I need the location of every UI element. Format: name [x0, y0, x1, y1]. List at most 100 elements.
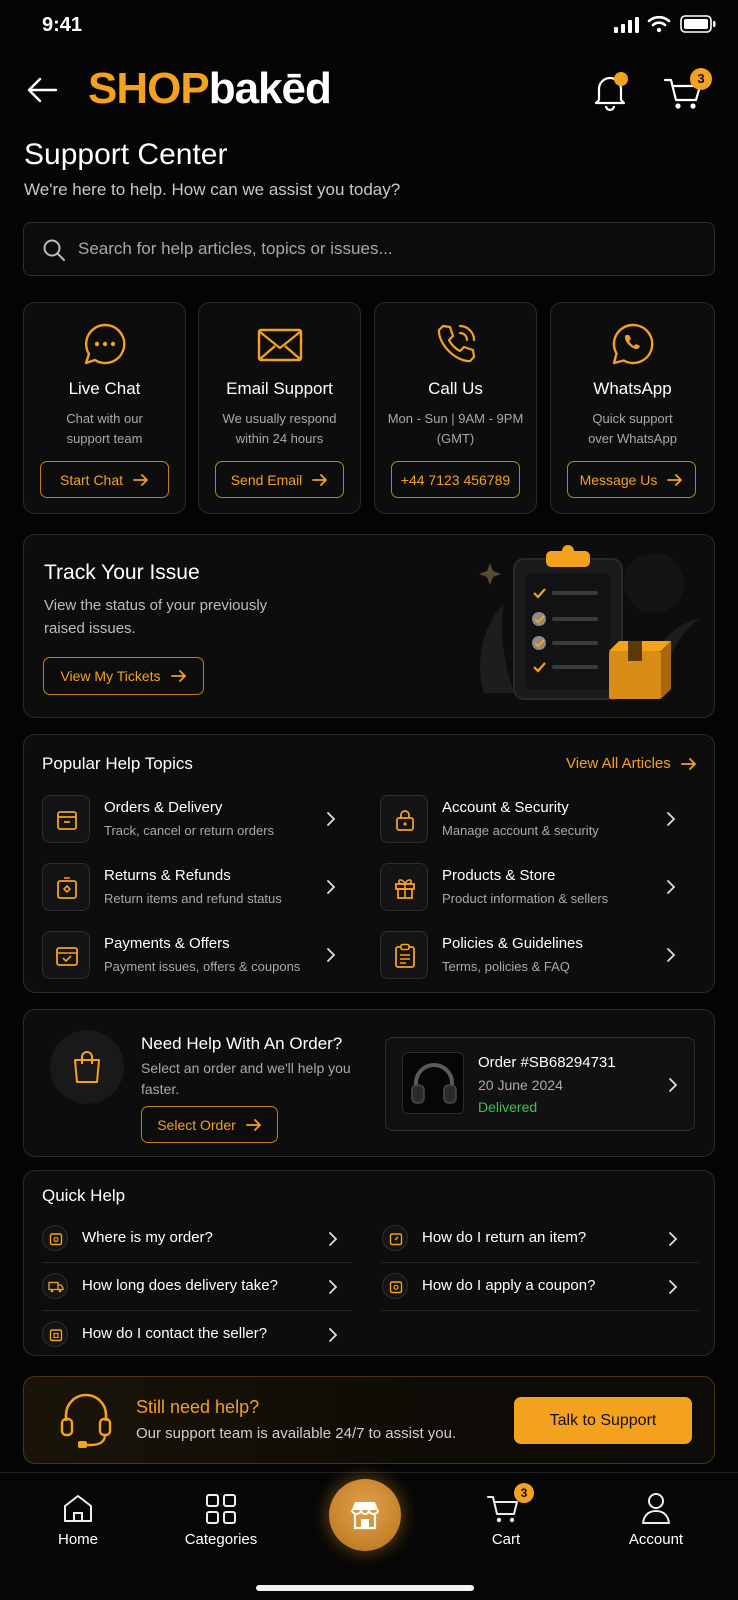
- back-button[interactable]: [24, 72, 60, 108]
- order-box-icon: [42, 1225, 68, 1251]
- call-us-card: Call Us Mon - Sun | 9AM - 9PM (GMT) +44 …: [374, 302, 537, 514]
- topic-orders-delivery[interactable]: Orders & Delivery Track, cancel or retur…: [42, 793, 342, 845]
- notifications-button[interactable]: [590, 70, 630, 112]
- talk-to-support-label: Talk to Support: [549, 1411, 657, 1429]
- status-bar: 9:41: [0, 0, 738, 52]
- envelope-icon: [257, 327, 303, 363]
- lock-icon: [380, 795, 428, 843]
- view-my-tickets-button[interactable]: View My Tickets: [43, 657, 204, 695]
- view-all-articles-link[interactable]: View All Articles: [566, 755, 697, 772]
- seller-icon: [42, 1321, 68, 1347]
- topic-policies-guidelines[interactable]: Policies & Guidelines Terms, policies & …: [380, 929, 698, 981]
- track-desc: raised issues.: [44, 620, 136, 637]
- store-fab-button[interactable]: [329, 1479, 401, 1551]
- search-bar[interactable]: [23, 222, 715, 276]
- order-help-title: Need Help With An Order?: [141, 1034, 343, 1053]
- topic-title: Account & Security: [442, 799, 569, 816]
- quick-help-label: How long does delivery take?: [82, 1277, 278, 1294]
- track-title: Track Your Issue: [44, 561, 200, 584]
- card-desc: We usually respond: [222, 411, 337, 426]
- chat-bubble-icon: [82, 321, 128, 367]
- chevron-right-icon: [669, 1280, 678, 1294]
- search-input[interactable]: [78, 235, 698, 263]
- wifi-icon: [647, 15, 671, 33]
- topic-payments-offers[interactable]: Payments & Offers Payment issues, offers…: [42, 929, 342, 981]
- card-desc: (GMT): [436, 431, 475, 446]
- select-order-button[interactable]: Select Order: [141, 1106, 278, 1143]
- chevron-right-icon: [669, 1078, 678, 1092]
- nav-account-label: Account: [628, 1531, 684, 1548]
- chevron-right-icon: [327, 948, 336, 962]
- quick-help-card: Quick Help Where is my order? How do I r…: [23, 1170, 715, 1356]
- track-desc: View the status of your previously: [44, 597, 268, 614]
- talk-to-support-button[interactable]: Talk to Support: [514, 1397, 692, 1444]
- topic-desc: Manage account & security: [442, 823, 599, 838]
- message-us-button[interactable]: Message Us: [567, 461, 696, 498]
- recent-order-item[interactable]: Order #SB68294731 20 June 2024 Delivered: [385, 1037, 695, 1131]
- view-my-tickets-label: View My Tickets: [60, 668, 161, 684]
- logo-shop: SHOP: [88, 64, 210, 113]
- wallet-icon: [42, 931, 90, 979]
- card-desc: Quick support: [592, 411, 673, 426]
- user-icon: [642, 1493, 670, 1524]
- nav-cart[interactable]: 3 Cart: [468, 1483, 544, 1557]
- nav-cart-label: Cart: [491, 1531, 521, 1548]
- quick-help-item[interactable]: How do I contact the seller?: [42, 1311, 352, 1357]
- help-topics-card: Popular Help Topics View All Articles Or…: [23, 734, 715, 993]
- quick-help-item[interactable]: How do I return an item?: [382, 1215, 698, 1261]
- quick-help-item[interactable]: Where is my order?: [42, 1215, 352, 1261]
- topic-title: Orders & Delivery: [104, 799, 223, 816]
- arrow-right-icon: [245, 1118, 261, 1131]
- logo: SHOPbakēd: [88, 64, 332, 114]
- arrow-right-icon: [312, 473, 328, 486]
- still-need-help-banner: Still need help? Our support team is ava…: [23, 1376, 715, 1464]
- topic-desc: Payment issues, offers & coupons: [104, 959, 301, 974]
- home-icon: [64, 1495, 92, 1522]
- header-cart-button[interactable]: 3: [662, 68, 716, 112]
- topic-returns-refunds[interactable]: Returns & Refunds Return items and refun…: [42, 861, 342, 913]
- email-support-card: Email Support We usually respond within …: [198, 302, 361, 514]
- call-phone-button[interactable]: +44 7123 456789: [391, 461, 520, 498]
- topic-products-store[interactable]: Products & Store Product information & s…: [380, 861, 698, 913]
- battery-icon: [680, 15, 716, 33]
- topic-desc: Return items and refund status: [104, 891, 282, 906]
- chevron-right-icon: [667, 948, 676, 962]
- arrow-right-icon: [170, 670, 186, 682]
- nav-account[interactable]: Account: [614, 1487, 698, 1557]
- topic-desc: Terms, policies & FAQ: [442, 959, 570, 974]
- nav-home[interactable]: Home: [40, 1487, 116, 1557]
- status-time: 9:41: [42, 14, 83, 36]
- shopping-bag-icon: [50, 1030, 124, 1104]
- order-status: Delivered: [478, 1099, 538, 1115]
- quick-help-item[interactable]: How do I apply a coupon?: [382, 1263, 698, 1309]
- quick-help-item[interactable]: How long does delivery take?: [42, 1263, 352, 1309]
- start-chat-button[interactable]: Start Chat: [40, 461, 169, 498]
- document-icon: [380, 931, 428, 979]
- bottom-nav: Home Categories 3 Cart Account: [0, 1472, 738, 1600]
- quick-help-title: Quick Help: [42, 1186, 126, 1205]
- grid-icon: [206, 1494, 236, 1524]
- page-title: Support Center: [24, 138, 228, 171]
- send-email-button[interactable]: Send Email: [215, 461, 344, 498]
- card-desc: over WhatsApp: [588, 431, 677, 446]
- page-subtitle: We're here to help. How can we assist yo…: [24, 180, 401, 199]
- topic-account-security[interactable]: Account & Security Manage account & secu…: [380, 793, 698, 845]
- package-icon: [42, 795, 90, 843]
- chevron-right-icon: [327, 812, 336, 826]
- topic-desc: Product information & sellers: [442, 891, 609, 906]
- order-help-card: Need Help With An Order? Select an order…: [23, 1009, 715, 1157]
- arrow-right-icon: [667, 473, 683, 486]
- live-chat-card: Live Chat Chat with our support team Sta…: [23, 302, 186, 514]
- headset-icon: [58, 1391, 114, 1449]
- still-help-desc: Our support team is available 24/7 to as…: [136, 1425, 457, 1442]
- chevron-right-icon: [329, 1232, 338, 1246]
- nav-categories[interactable]: Categories: [176, 1487, 266, 1557]
- topic-title: Products & Store: [442, 867, 556, 884]
- card-desc: Chat with our: [66, 411, 143, 426]
- chevron-right-icon: [667, 880, 676, 894]
- return-box-icon: [42, 863, 90, 911]
- topic-title: Policies & Guidelines: [442, 935, 583, 952]
- topic-title: Returns & Refunds: [104, 867, 231, 884]
- whatsapp-icon: [610, 321, 656, 367]
- arrow-right-icon: [133, 473, 148, 486]
